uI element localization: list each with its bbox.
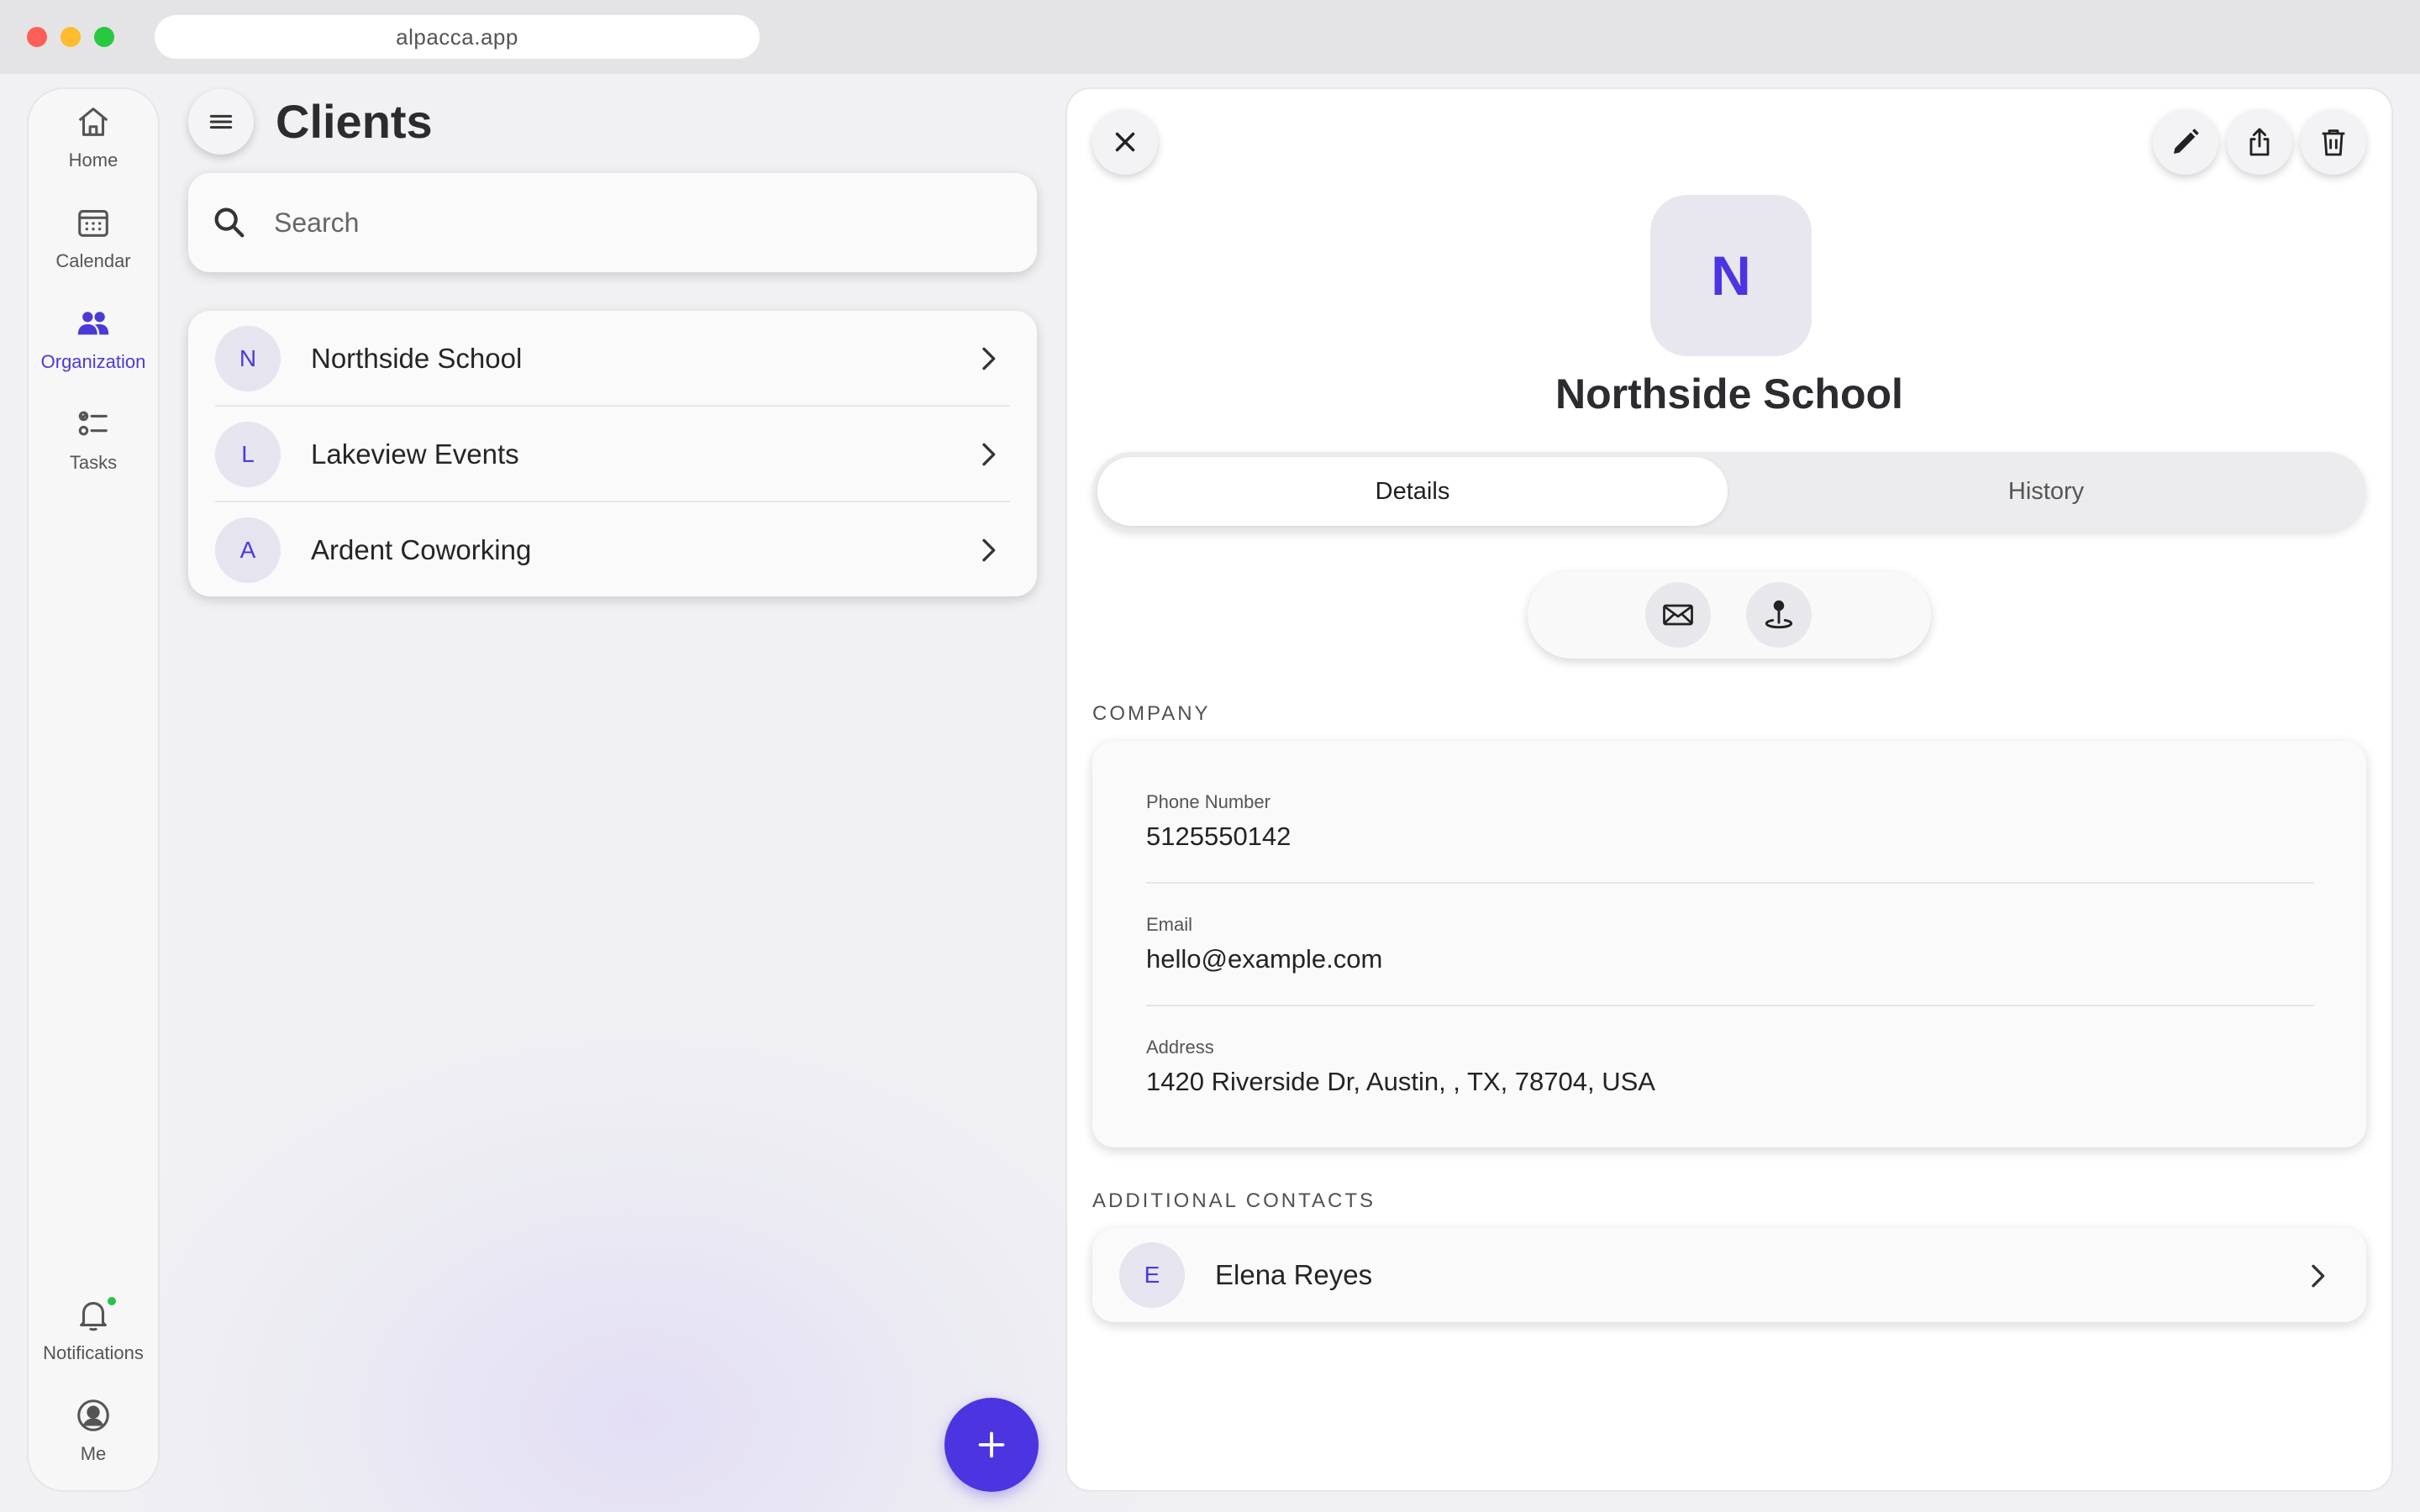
close-detail-button[interactable]	[1092, 109, 1158, 175]
rail-item-label: Me	[80, 1443, 107, 1464]
delete-button[interactable]	[2301, 109, 2366, 175]
maximize-window-button[interactable]	[94, 27, 114, 47]
rail-item-notifications[interactable]: Notifications	[29, 1295, 158, 1388]
address-bar[interactable]: alpacca.app	[155, 15, 760, 59]
additional-contacts-section-label: ADDITIONAL CONTACTS	[1092, 1189, 1376, 1212]
contact-row-elena-reyes[interactable]: E Elena Reyes	[1092, 1228, 2366, 1322]
rail-item-home[interactable]: Home	[29, 102, 158, 195]
rail-item-tasks[interactable]: Tasks	[29, 405, 158, 497]
rail-item-label: Organization	[40, 351, 146, 372]
additional-contacts-card: E Elena Reyes	[1092, 1228, 2366, 1322]
client-name: Lakeview Events	[311, 438, 519, 470]
add-client-button[interactable]	[944, 1398, 1039, 1492]
close-icon	[1115, 132, 1135, 152]
email-action-button[interactable]	[1645, 582, 1711, 648]
rail-item-label: Home	[68, 150, 118, 171]
address-field: Address 1420 Riverside Dr, Austin, , TX,…	[1146, 1037, 2314, 1097]
quick-actions	[1528, 571, 1931, 659]
trash-icon	[2322, 129, 2345, 156]
phone-field: Phone Number 5125550142	[1146, 791, 2314, 852]
client-avatar: A	[215, 517, 281, 583]
company-card: Phone Number 5125550142 Email hello@exam…	[1092, 741, 2366, 1147]
edit-button[interactable]	[2153, 109, 2218, 175]
client-name: Northside School	[311, 343, 523, 374]
chevron-right-icon	[982, 347, 996, 370]
plus-icon	[978, 1431, 1005, 1458]
calendar-icon	[78, 210, 108, 237]
tab-history[interactable]: History	[1731, 457, 2361, 526]
search-bar[interactable]	[188, 173, 1037, 272]
contact-avatar: E	[1119, 1242, 1185, 1308]
pencil-icon	[2174, 129, 2199, 154]
email-value[interactable]: hello@example.com	[1146, 944, 2314, 974]
email-field: Email hello@example.com	[1146, 914, 2314, 974]
menu-button[interactable]	[188, 89, 254, 155]
notification-dot	[106, 1295, 118, 1307]
address-value[interactable]: 1420 Riverside Dr, Austin, , TX, 78704, …	[1146, 1067, 2314, 1097]
client-avatar: N	[215, 326, 281, 391]
client-avatar: L	[215, 422, 281, 487]
chevron-right-icon	[982, 443, 996, 466]
close-window-button[interactable]	[27, 27, 47, 47]
field-label: Address	[1146, 1037, 1214, 1058]
user-circle-icon	[77, 1399, 109, 1431]
chevron-right-icon	[2312, 1264, 2325, 1288]
client-detail-name: Northside School	[1555, 370, 1903, 417]
home-icon	[78, 108, 108, 136]
rail-item-label: Notifications	[43, 1342, 144, 1363]
client-list: N Northside School L Lakeview Events A A…	[188, 311, 1037, 596]
map-action-button[interactable]	[1746, 582, 1812, 648]
rail-item-me[interactable]: Me	[29, 1396, 158, 1488]
tasks-icon	[78, 411, 108, 436]
share-icon	[2249, 128, 2270, 156]
share-button[interactable]	[2227, 109, 2292, 175]
client-detail-panel: N Northside School Details History COMPA…	[1065, 87, 2393, 1492]
field-divider	[1146, 882, 2314, 884]
client-row-lakeview-events[interactable]: L Lakeview Events	[188, 407, 1037, 502]
rail-item-calendar[interactable]: Calendar	[29, 203, 158, 296]
phone-value[interactable]: 5125550142	[1146, 822, 2314, 852]
detail-tabs: Details History	[1092, 452, 2366, 531]
client-avatar-large: N	[1650, 195, 1812, 356]
client-row-ardent-coworking[interactable]: A Ardent Coworking	[188, 502, 1037, 596]
client-name: Ardent Coworking	[311, 534, 532, 565]
tab-details[interactable]: Details	[1097, 457, 1728, 526]
map-pin-icon	[1765, 600, 1793, 629]
chevron-right-icon	[982, 538, 996, 562]
url-text: alpacca.app	[396, 24, 518, 50]
rail-item-label: Calendar	[55, 250, 131, 271]
search-input[interactable]	[274, 207, 997, 239]
envelope-icon	[1663, 604, 1693, 626]
hamburger-icon	[209, 114, 233, 129]
contact-name: Elena Reyes	[1215, 1259, 1373, 1290]
page-title: Clients	[276, 95, 433, 148]
browser-titlebar: alpacca.app	[0, 0, 2420, 74]
rail-item-organization[interactable]: Organization	[29, 304, 158, 396]
search-icon	[214, 207, 245, 238]
nav-rail: Home Calendar Organization Tasks Notific…	[27, 87, 160, 1492]
field-label: Email	[1146, 914, 1193, 935]
people-icon	[77, 312, 109, 335]
field-label: Phone Number	[1146, 791, 1270, 812]
client-row-northside-school[interactable]: N Northside School	[188, 311, 1037, 407]
rail-item-label: Tasks	[69, 452, 118, 473]
field-divider	[1146, 1005, 2314, 1006]
minimize-window-button[interactable]	[60, 27, 81, 47]
company-section-label: COMPANY	[1092, 702, 1211, 725]
